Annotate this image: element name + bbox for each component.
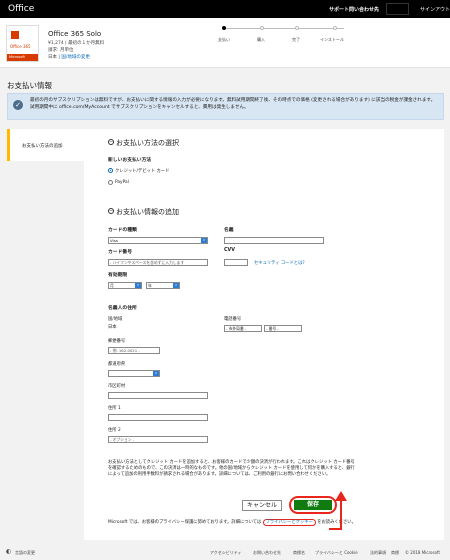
phone-area-value: - 市外局番 - (226, 326, 247, 331)
method-section-title: お支払い方法の選択 (116, 139, 179, 147)
step-label-complete: 完了 (292, 37, 300, 42)
country-label: 国/地域 (108, 317, 123, 322)
sidebar-item-add-payment[interactable]: お支払い方法の追加 (7, 129, 84, 161)
product-price: ¥1,274 | 最初の１か月無料 (48, 41, 105, 46)
payment-form: − お支払い方法の選択 新しいお支払い方法 クレジット/デビット カード Pay… (84, 129, 444, 540)
security-code-link[interactable]: セキュリティ コードとは? (254, 260, 305, 266)
expand-icon: − (108, 208, 114, 214)
change-country-link[interactable]: 国/地域の変更 (61, 55, 90, 60)
footer-link-trademarks[interactable]: 商標 (391, 550, 399, 556)
office-product-icon: Office 365 Microsoft (6, 25, 39, 62)
step-label-payment: 支払い (218, 37, 230, 42)
footer-link-legal[interactable]: 法的事項 (370, 550, 386, 556)
privacy-text: Microsoft では、お客様のプライバシー保護に努めております。詳細について… (108, 519, 408, 526)
address-section-title: 名義人の住所 (108, 306, 137, 311)
step-label-install: インストール (320, 37, 344, 42)
card-type-select[interactable]: Visa ▾ (108, 237, 208, 244)
address2-label: 住所 2 (108, 428, 121, 433)
support-link[interactable]: サポート問い合わせ先 (329, 6, 379, 13)
cvv-label: CVV (224, 248, 235, 253)
page-title: お支払い情報 (7, 81, 52, 90)
radio-paypal[interactable] (108, 180, 113, 185)
card-type-label: カードの種類 (108, 228, 137, 233)
month-value: 月 (110, 283, 114, 288)
credit-card-option-label: クレジット/デビット カード (115, 169, 170, 174)
dropdown-arrow-icon: ▾ (173, 283, 179, 288)
footer: ◐ 言語の変更 アクセシビリティ お問い合わせ先 商標名 プライバシーと Coo… (0, 542, 450, 560)
sidebar-item-label: お支払い方法の追加 (22, 144, 63, 149)
product-icon-brand: Microsoft (7, 54, 38, 61)
country-value: 日本 (108, 325, 117, 330)
card-number-label: カード番号 (108, 250, 132, 255)
phone-number-input[interactable]: - 番号 - (264, 325, 302, 332)
sidebar (7, 129, 84, 540)
cvv-input[interactable] (224, 259, 248, 266)
step-dot-payment (222, 26, 226, 30)
footer-link-privacy[interactable]: プライバシーと Cookie (315, 550, 358, 556)
privacy-prefix: Microsoft では、お客様のプライバシー保護に努めております。詳細について… (108, 520, 262, 525)
privacy-link[interactable]: プライバシーとクッキー (262, 519, 316, 526)
card-number-input[interactable]: - ハイフンやスペースを含めずに入力します (108, 259, 208, 266)
country-value: 日本 (48, 55, 57, 60)
copyright-text: © 2018 Microsoft (405, 550, 440, 555)
address1-input[interactable] (108, 414, 208, 421)
annotation-arrow-icon (329, 491, 347, 530)
city-input[interactable] (108, 392, 208, 399)
footer-link-trademark[interactable]: 商標名 (293, 550, 305, 556)
expand-icon: − (108, 139, 114, 145)
product-name: Office 365 Solo (48, 30, 102, 38)
step-dot-complete (295, 26, 299, 30)
info-text: 最初の月のサブスクリプションは無料ですが、お支払いに関する情報の入力が必要になり… (30, 98, 436, 110)
cancel-button[interactable]: キャンセル (242, 500, 282, 511)
prefecture-select[interactable]: ▾ (108, 370, 160, 377)
year-value: 年 (148, 283, 152, 288)
radio-credit-card[interactable] (108, 168, 113, 173)
footer-link-accessibility[interactable]: アクセシビリティ (210, 550, 242, 556)
address1-label: 住所 1 (108, 406, 121, 411)
cardholder-name-label: 名義 (224, 228, 234, 233)
details-section-title: お支払い情報の追加 (116, 208, 179, 216)
dropdown-arrow-icon: ▾ (153, 371, 159, 376)
sign-out-link[interactable]: サインアウト (420, 6, 450, 13)
product-icon-text: Office 365 (10, 44, 31, 49)
paypal-option-label: PayPal (115, 180, 129, 185)
step-dot-purchase (260, 26, 264, 30)
top-bar: Office サポート問い合わせ先 サインアウト (0, 0, 450, 18)
product-header: Office 365 Microsoft Office 365 Solo ¥1,… (0, 18, 450, 68)
globe-icon: ◐ (6, 548, 12, 555)
progress-line (224, 28, 344, 29)
dropdown-arrow-icon: ▾ (135, 283, 141, 288)
dropdown-arrow-icon: ▾ (201, 238, 207, 243)
new-method-label: 新しいお支払い方法 (108, 158, 152, 163)
step-dot-install (333, 26, 337, 30)
phone-label: 電話番号 (224, 317, 242, 322)
card-notice-text: お支払い方法としてクレジット カードを追加すると、お客様のカードで少額の決済が行… (108, 460, 355, 477)
postal-code-label: 郵便番号 (108, 339, 126, 344)
address2-input[interactable]: - オプション - (108, 436, 208, 443)
office-logo[interactable]: Office (8, 4, 34, 14)
country-line: 日本 | 国/地域の変更 (48, 55, 90, 60)
phone-number-value: - 番号 - (266, 326, 279, 331)
save-button[interactable]: 保存 (294, 500, 332, 510)
step-label-purchase: 購入 (257, 37, 265, 42)
language-link[interactable]: 言語の変更 (15, 550, 35, 556)
postal-code-input[interactable]: - 例: 162-0021 - (108, 347, 160, 354)
expiry-year-select[interactable]: 年 ▾ (146, 282, 180, 289)
cardholder-name-input[interactable] (224, 237, 324, 244)
account-avatar[interactable] (386, 3, 409, 15)
phone-area-select[interactable]: - 市外局番 - (224, 325, 262, 332)
footer-link-contact[interactable]: お問い合わせ先 (253, 550, 281, 556)
billing-period: 請求: 月単位 (48, 48, 74, 53)
city-label: 市区町村 (108, 384, 126, 389)
check-icon: ✓ (13, 100, 23, 110)
card-type-value: Visa (110, 238, 118, 243)
info-banner: ✓ 最初の月のサブスクリプションは無料ですが、お支払いに関する情報の入力が必要に… (7, 93, 444, 120)
expiry-month-select[interactable]: 月 ▾ (108, 282, 142, 289)
prefecture-label: 都道府県 (108, 362, 126, 367)
expiry-label: 有効期限 (108, 273, 128, 278)
